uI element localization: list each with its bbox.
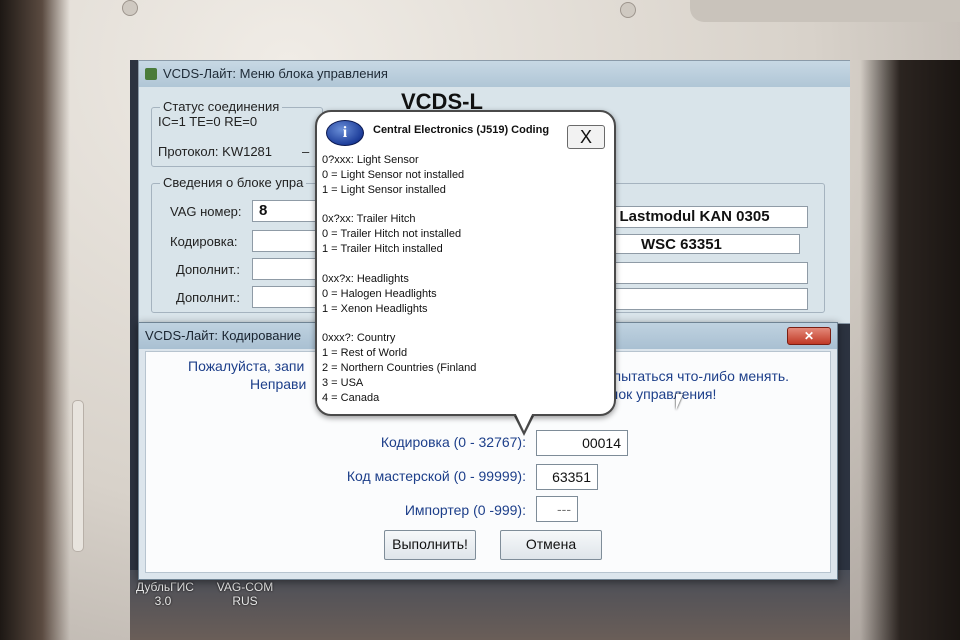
mouse-cursor-icon [676, 394, 683, 410]
balloon-line: 1 = Light Sensor installed [322, 184, 446, 196]
close-button[interactable]: ✕ [787, 327, 831, 345]
warning-line1-right: м пытаться что-либо менять. [600, 368, 790, 384]
vag-number-field: 8 [252, 200, 320, 222]
balloon-line: 0xx?x: Headlights [322, 273, 409, 285]
unit-info-label: Сведения о блоке упра [160, 175, 307, 190]
balloon-line: 0 = Light Sensor not installed [322, 169, 465, 181]
main-window-title: VCDS-Лайт: Меню блока управления [163, 66, 388, 81]
component-field: l. Lastmodul KAN 0305 [600, 206, 808, 228]
wsc-field: WSC 63351 [600, 234, 800, 254]
protocol-text: Протокол: KW1281 [158, 144, 273, 159]
connection-status-group: Статус соединения IC=1 TE=0 RE=0 Протоко… [151, 99, 323, 167]
workshop-code-input[interactable]: 63351 [536, 464, 598, 490]
desktop-icon-dublgis-label: ДубльГИС 3.0 [136, 580, 194, 608]
coding-label: Кодировка: [170, 234, 238, 249]
warning-line2-left: Неправи [250, 376, 307, 392]
connection-status-label: Статус соединения [160, 99, 283, 114]
importer-input[interactable]: --- [536, 496, 578, 522]
balloon-tail-inner [513, 408, 535, 431]
coding-dialog-title: VCDS-Лайт: Кодирование [145, 328, 302, 343]
desktop-icon-dublgis[interactable]: ДубльГИС 3.0 [136, 580, 194, 608]
extra2-value-field [600, 288, 808, 310]
balloon-line: 0?xxx: Light Sensor [322, 154, 419, 166]
balloon-line: 0 = Halogen Headlights [322, 288, 437, 300]
coding-field [252, 230, 320, 252]
balloon-line: 0x?xx: Trailer Hitch [322, 213, 416, 225]
extra1-value-field [600, 262, 808, 284]
balloon-title: Central Electronics (J519) Coding [373, 124, 550, 136]
app-icon [145, 68, 157, 80]
cancel-button[interactable]: Отмена [500, 530, 602, 560]
protocol-dash: – [302, 144, 310, 159]
execute-button[interactable]: Выполнить! [384, 530, 476, 560]
extra1-label: Дополнит.: [176, 262, 240, 277]
info-icon: i [326, 120, 364, 146]
balloon-close-button[interactable]: X [567, 125, 605, 149]
coding-input-label: Кодировка (0 - 32767): [380, 434, 526, 450]
background-right [860, 60, 960, 640]
balloon-line: 1 = Rest of World [322, 347, 408, 359]
bezel-slot [72, 400, 84, 552]
balloon-line: 3 = USA [322, 377, 364, 389]
connection-status-text: IC=1 TE=0 RE=0 [158, 114, 258, 129]
coding-input[interactable]: 00014 [536, 430, 628, 456]
desktop-icon-vagcom[interactable]: VAG-COM RUS [216, 580, 274, 608]
balloon-line: 4 = Canada [322, 392, 380, 404]
balloon-line: 2 = Northern Countries (Finland [322, 362, 477, 374]
bezel-screw [620, 2, 636, 18]
main-window-titlebar[interactable]: VCDS-Лайт: Меню блока управления [139, 61, 850, 87]
warning-line2-right: лок управления! [610, 386, 717, 402]
balloon-line: 0 = Trailer Hitch not installed [322, 228, 462, 240]
background-left [0, 0, 70, 640]
warning-line1-left: Пожалуйста, запи [188, 358, 305, 374]
desktop-icon-vagcom-label: VAG-COM RUS [216, 580, 274, 608]
workshop-code-label: Код мастерской (0 - 99999): [346, 468, 526, 484]
close-icon: ✕ [803, 329, 815, 343]
vag-number-label: VAG номер: [170, 204, 242, 219]
extra2-label: Дополнит.: [176, 290, 240, 305]
extra1-field [252, 258, 320, 280]
coding-help-balloon: i Central Electronics (J519) Coding X 0?… [315, 110, 616, 416]
balloon-line: 0xxx?: Country [322, 332, 396, 344]
extra2-field [252, 286, 320, 308]
close-icon: X [579, 127, 592, 147]
bezel-top-part [690, 0, 960, 22]
balloon-line: 1 = Xenon Headlights [322, 303, 428, 315]
bezel-screw [122, 0, 138, 16]
importer-label: Импортер (0 -999): [404, 502, 526, 518]
balloon-line: 1 = Trailer Hitch installed [322, 243, 443, 255]
